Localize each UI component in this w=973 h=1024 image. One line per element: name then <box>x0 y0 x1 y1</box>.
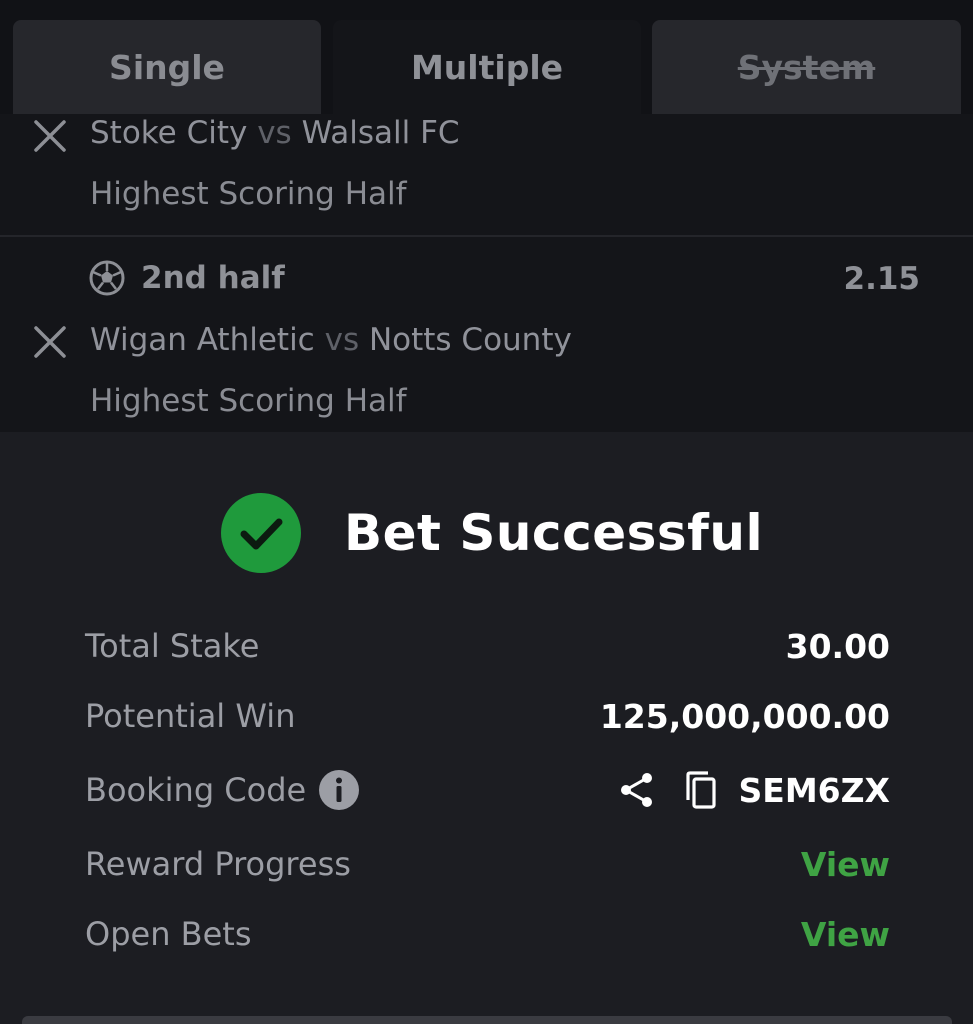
soccer-ball-icon <box>88 259 126 297</box>
potential-win-row: Potential Win 125,000,000.00 <box>85 691 890 741</box>
vs-label: vs <box>257 115 292 151</box>
check-circle-icon <box>220 492 302 574</box>
total-stake-value: 30.00 <box>785 626 890 666</box>
bottom-sheet-edge <box>22 1016 952 1024</box>
total-stake-row: Total Stake 30.00 <box>85 621 890 671</box>
success-title: Bet Successful <box>344 504 764 562</box>
reward-progress-view-link[interactable]: View <box>801 845 890 884</box>
selection-name: 2nd half <box>141 260 285 296</box>
open-bets-row: Open Bets View <box>85 909 890 959</box>
booking-code-label-wrap: Booking Code <box>85 769 360 811</box>
copy-icon[interactable] <box>681 770 721 810</box>
close-icon[interactable] <box>31 117 69 155</box>
bet-success-panel: Bet Successful Total Stake 30.00 Potenti… <box>0 432 973 1024</box>
tab-system: System <box>652 20 961 114</box>
potential-win-label: Potential Win <box>85 697 296 735</box>
close-icon[interactable] <box>31 323 69 361</box>
open-bets-label: Open Bets <box>85 915 252 953</box>
success-header: Bet Successful <box>220 492 763 574</box>
open-bets-view-link[interactable]: View <box>801 915 890 954</box>
market-name: Highest Scoring Half <box>90 383 407 419</box>
market-name: Highest Scoring Half <box>90 176 407 212</box>
match-name: Stoke City vs Walsall FC <box>90 115 460 151</box>
away-team: Notts County <box>368 322 572 358</box>
selection-row: 2nd half <box>88 259 285 297</box>
bet-type-tabs: Single Multiple System <box>13 20 961 114</box>
tab-multiple[interactable]: Multiple <box>333 20 641 114</box>
betslip-list: Stoke City vs Walsall FC Highest Scoring… <box>0 114 973 432</box>
reward-progress-row: Reward Progress View <box>85 839 890 889</box>
booking-code-actions: SEM6ZX <box>617 770 890 810</box>
info-icon[interactable] <box>318 769 360 811</box>
vs-label: vs <box>324 322 360 358</box>
betslip-item: Stoke City vs Walsall FC Highest Scoring… <box>0 114 973 237</box>
tab-single[interactable]: Single <box>13 20 321 114</box>
home-team: Stoke City <box>90 115 248 151</box>
odds-value: 2.15 <box>843 261 921 297</box>
booking-code-row: Booking Code SEM6ZX <box>85 765 890 815</box>
booking-code-label: Booking Code <box>85 771 307 809</box>
reward-progress-label: Reward Progress <box>85 845 351 883</box>
match-name: Wigan Athletic vs Notts County <box>90 322 572 358</box>
home-team: Wigan Athletic <box>90 322 315 358</box>
share-icon[interactable] <box>617 770 657 810</box>
away-team: Walsall FC <box>301 115 460 151</box>
booking-code-value: SEM6ZX <box>738 770 890 810</box>
betslip-item: 2nd half 2.15 Wigan Athletic vs Notts Co… <box>0 239 973 432</box>
potential-win-value: 125,000,000.00 <box>599 696 890 736</box>
total-stake-label: Total Stake <box>85 627 260 665</box>
